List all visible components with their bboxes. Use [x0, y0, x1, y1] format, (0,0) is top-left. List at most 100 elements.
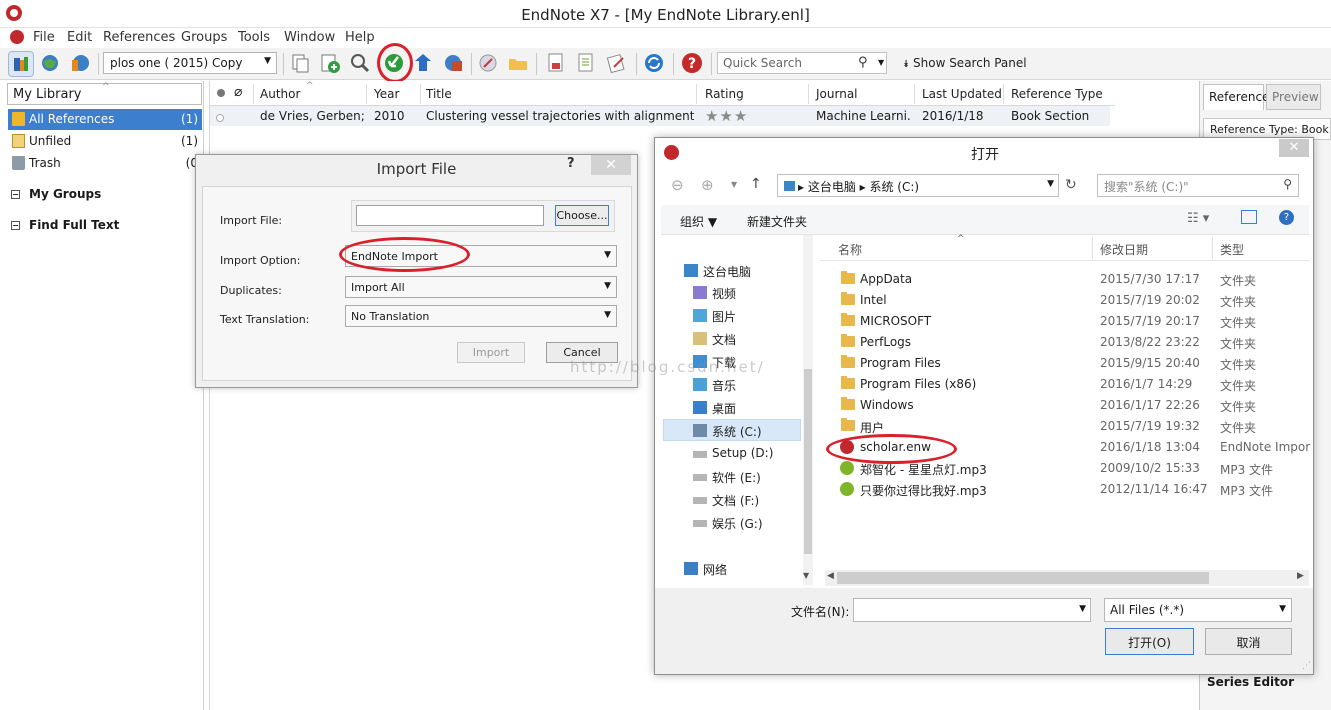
nav-music[interactable]: 音乐	[693, 377, 736, 394]
collapse-icon[interactable]: −	[11, 221, 20, 230]
preview-pane-icon[interactable]	[1241, 210, 1257, 224]
nav-pictures[interactable]: 图片	[693, 308, 736, 325]
column-author[interactable]: Author	[260, 87, 300, 101]
sync-icon[interactable]	[642, 51, 668, 77]
column-reference-type[interactable]: Reference Type	[1011, 87, 1103, 101]
table-row[interactable]: de Vries, Gerben; ... 2010 Clustering ve…	[210, 106, 1110, 126]
file-list-scrollbar[interactable]: ◀ ▶	[825, 570, 1309, 586]
text-translation-select[interactable]: No Translation ▼	[345, 305, 617, 327]
menu-groups[interactable]: Groups	[181, 30, 227, 45]
address-bar[interactable]: ▸ 这台电脑 ▸ 系统 (C:) ▼	[777, 174, 1059, 197]
menu-references[interactable]: References	[103, 30, 175, 45]
scrollbar-thumb[interactable]	[804, 369, 812, 554]
nav-desktop[interactable]: 桌面	[693, 400, 736, 417]
recent-locations-chevron-icon[interactable]: ▼	[731, 180, 737, 189]
output-style-select[interactable]: plos one ( 2015) Copy ▼	[103, 52, 277, 74]
open-button[interactable]: 打开(O)	[1105, 628, 1194, 655]
list-item[interactable]: Windows 2016/1/17 22:26 文件夹	[825, 395, 1310, 416]
list-item[interactable]: Program Files (x86) 2016/1/7 14:29 文件夹	[825, 374, 1310, 395]
list-item[interactable]: PerfLogs 2013/8/22 23:22 文件夹	[825, 332, 1310, 353]
folder-search-input[interactable]: 搜索"系统 (C:)" ⚲	[1097, 174, 1299, 197]
scrollbar-thumb[interactable]	[837, 572, 1209, 584]
group-trash[interactable]: Trash (0	[8, 153, 202, 174]
import-file-input[interactable]	[356, 205, 544, 226]
column-date-modified[interactable]: 修改日期	[1100, 241, 1148, 258]
menu-help[interactable]: Help	[345, 30, 375, 45]
file-type-select[interactable]: All Files (*.*) ▼	[1104, 598, 1292, 622]
online-search-mode-icon[interactable]	[38, 51, 64, 77]
nav-this-pc[interactable]: 这台电脑	[684, 263, 751, 280]
menu-window[interactable]: Window	[284, 30, 335, 45]
list-item[interactable]: 郑智化 - 星星点灯.mp3 2009/10/2 15:33 MP3 文件	[825, 458, 1310, 479]
my-groups-header[interactable]: − My Groups	[8, 187, 101, 201]
open-link-icon[interactable]	[476, 51, 502, 77]
refresh-icon[interactable]: ↻	[1065, 177, 1077, 193]
list-item[interactable]: 只要你过得比我好.mp3 2012/11/14 16:47 MP3 文件	[825, 479, 1310, 500]
organize-menu[interactable]: 组织 ▼	[680, 213, 717, 230]
new-reference-icon[interactable]	[318, 51, 344, 77]
chevron-down-icon[interactable]: ▼	[1047, 179, 1054, 189]
group-all-references[interactable]: All References (1)	[8, 109, 202, 130]
find-full-text-header[interactable]: − Find Full Text	[8, 218, 119, 232]
menu-edit[interactable]: Edit	[67, 30, 92, 45]
column-type[interactable]: 类型	[1220, 241, 1244, 258]
scroll-left-icon[interactable]: ◀	[827, 571, 834, 581]
copy-formatted-icon[interactable]	[288, 51, 314, 77]
nav-drive-f[interactable]: 文档 (F:)	[693, 492, 759, 509]
format-bibliography-icon[interactable]	[574, 51, 600, 77]
column-name[interactable]: 名称	[838, 241, 862, 258]
help-icon[interactable]: ?	[680, 51, 706, 77]
show-search-panel-button[interactable]: ⯯ Show Search Panel	[903, 56, 1027, 70]
import-icon[interactable]	[381, 51, 407, 77]
online-connect-icon[interactable]	[441, 51, 467, 77]
duplicates-select[interactable]: Import All ▼	[345, 276, 617, 298]
import-button[interactable]: Import	[457, 342, 525, 363]
tab-preview[interactable]: Preview	[1266, 84, 1321, 110]
list-item[interactable]: AppData 2015/7/30 17:17 文件夹	[825, 269, 1310, 290]
search-options-chevron-icon[interactable]: ▼	[878, 58, 884, 67]
help-icon[interactable]: ?	[1279, 210, 1294, 225]
nav-documents[interactable]: 文档	[693, 331, 736, 348]
list-item[interactable]: MICROSOFT 2015/7/19 20:17 文件夹	[825, 311, 1310, 332]
view-options-icon[interactable]: ☷ ▾	[1187, 211, 1209, 226]
export-icon[interactable]	[411, 51, 437, 77]
nav-videos[interactable]: 视频	[693, 285, 736, 302]
help-button[interactable]: ?	[567, 156, 575, 171]
local-library-mode-icon[interactable]	[8, 51, 34, 77]
column-year[interactable]: Year	[374, 87, 399, 101]
column-title[interactable]: Title	[426, 87, 452, 101]
tab-reference[interactable]: Reference	[1203, 84, 1269, 110]
collapse-icon[interactable]: −	[11, 190, 20, 199]
scroll-down-icon[interactable]: ▼	[803, 571, 809, 580]
new-folder-button[interactable]: 新建文件夹	[747, 213, 807, 230]
nav-drive-d[interactable]: Setup (D:)	[693, 446, 773, 460]
integrated-library-mode-icon[interactable]	[68, 51, 94, 77]
nav-drive-c[interactable]: 系统 (C:)	[693, 423, 762, 440]
group-unfiled[interactable]: Unfiled (1)	[8, 131, 202, 152]
column-last-updated[interactable]: Last Updated	[922, 87, 1002, 101]
manuscript-icon[interactable]	[604, 51, 630, 77]
nav-drive-g[interactable]: 娱乐 (G:)	[693, 515, 763, 532]
resize-grip-icon[interactable]: ⋰	[1302, 661, 1311, 671]
close-icon[interactable]: ✕	[591, 155, 631, 175]
list-item[interactable]: Program Files 2015/9/15 20:40 文件夹	[825, 353, 1310, 374]
nav-network[interactable]: 网络	[684, 561, 727, 578]
column-rating[interactable]: Rating	[705, 87, 744, 101]
find-full-text-icon[interactable]	[348, 51, 374, 77]
import-option-select[interactable]: EndNote Import ▼	[345, 245, 617, 267]
column-journal[interactable]: Journal	[816, 87, 858, 101]
filename-input[interactable]: ▼	[853, 598, 1091, 622]
list-item[interactable]: 用户 2015/7/19 19:32 文件夹	[825, 416, 1310, 437]
insert-citation-icon[interactable]	[544, 51, 570, 77]
close-icon[interactable]: ✕	[1279, 139, 1309, 157]
list-item[interactable]: Intel 2015/7/19 20:02 文件夹	[825, 290, 1310, 311]
choose-button[interactable]: Choose...	[555, 205, 609, 226]
chevron-down-icon[interactable]: ▼	[1079, 604, 1086, 614]
nav-drive-e[interactable]: 软件 (E:)	[693, 469, 761, 486]
list-item[interactable]: scholar.enw 2016/1/18 13:04 EndNote Impor	[825, 437, 1310, 458]
up-arrow-icon[interactable]: ↑	[750, 176, 762, 192]
cell-rating-stars[interactable]: ★★★	[705, 107, 748, 125]
navigation-scrollbar[interactable]: ▼	[803, 235, 813, 585]
cancel-button[interactable]: 取消	[1205, 628, 1292, 655]
menu-file[interactable]: File	[33, 30, 55, 45]
